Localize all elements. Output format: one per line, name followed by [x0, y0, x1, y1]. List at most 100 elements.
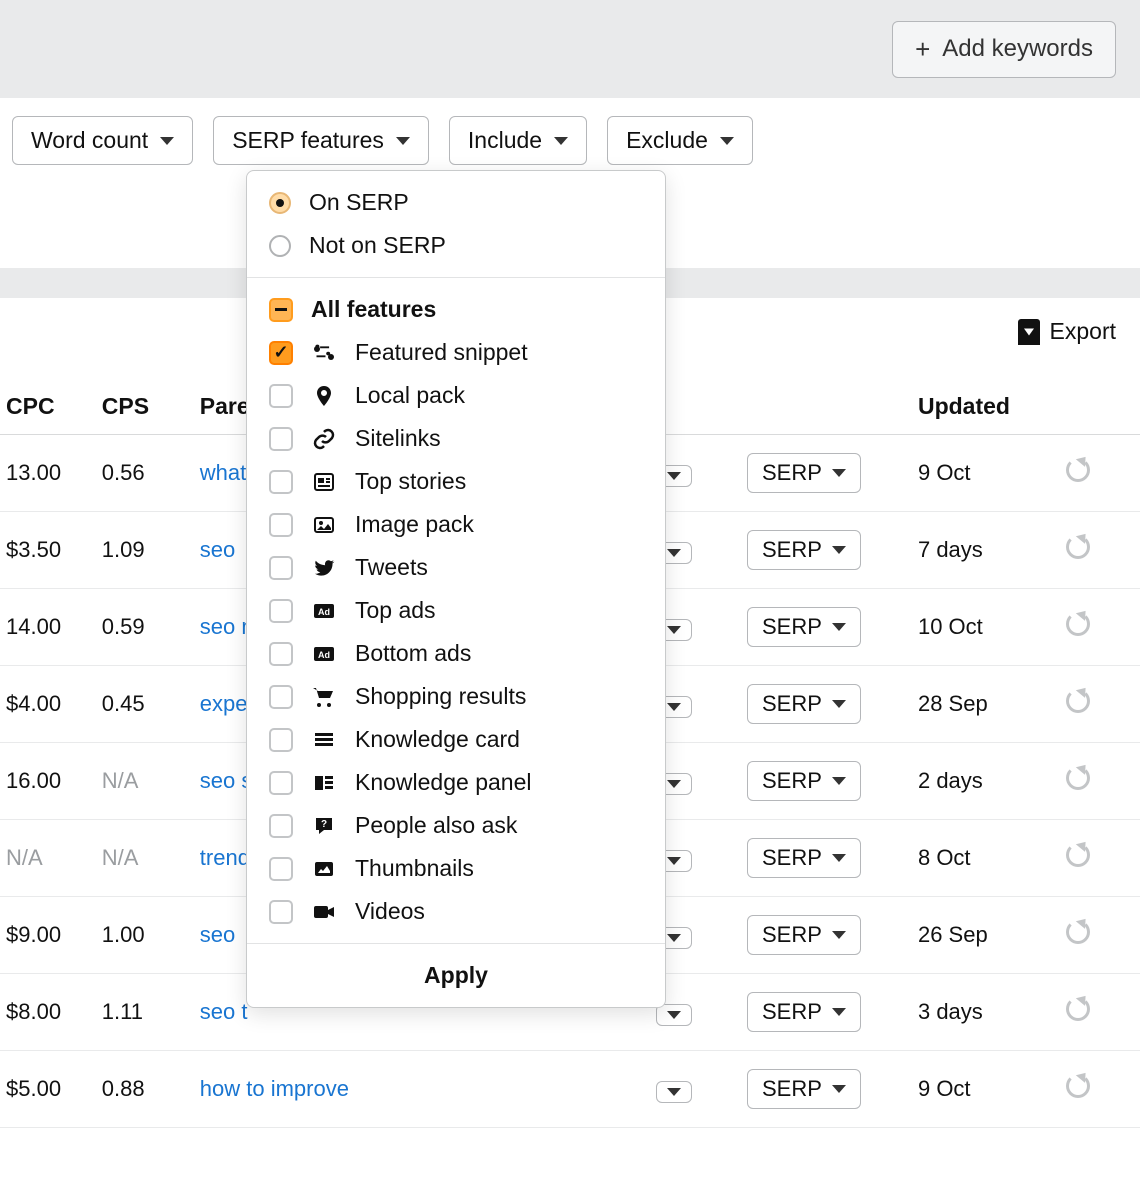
cell-updated: 7 days — [912, 512, 1060, 589]
chevron-down-icon — [160, 137, 174, 145]
serp-button[interactable]: SERP — [747, 1069, 861, 1109]
cell-cps: N/A — [96, 743, 194, 820]
col-updated[interactable]: Updated — [912, 379, 1060, 435]
filter-label: Exclude — [626, 127, 708, 154]
feature-option-sitelinks[interactable]: Sitelinks — [269, 417, 643, 460]
serp-button[interactable]: SERP — [747, 453, 861, 493]
refresh-icon[interactable] — [1066, 535, 1090, 559]
refresh-icon[interactable] — [1066, 843, 1090, 867]
image-pack-icon — [311, 512, 337, 538]
cell-cpc: $5.00 — [0, 1051, 96, 1128]
option-on-serp[interactable]: On SERP — [269, 181, 643, 224]
feature-option-image-pack[interactable]: Image pack — [269, 503, 643, 546]
chevron-down-icon — [667, 934, 681, 942]
feature-option-people-also-ask[interactable]: ? People also ask — [269, 804, 643, 847]
feature-label: People also ask — [355, 812, 643, 839]
cell-cpc: $8.00 — [0, 974, 96, 1051]
top-ads-icon: Ad — [311, 598, 337, 624]
checkbox-icon — [269, 556, 293, 580]
filter-word-count[interactable]: Word count — [12, 116, 193, 165]
checkbox-icon — [269, 900, 293, 924]
feature-option-top-ads[interactable]: Ad Top ads — [269, 589, 643, 632]
col-cps[interactable]: CPS — [96, 379, 194, 435]
chevron-down-icon — [832, 700, 846, 708]
knowledge-card-icon — [311, 727, 337, 753]
refresh-icon[interactable] — [1066, 458, 1090, 482]
add-keywords-button[interactable]: + Add keywords — [892, 21, 1116, 78]
feature-option-local-pack[interactable]: Local pack — [269, 374, 643, 417]
feature-option-knowledge-panel[interactable]: Knowledge panel — [269, 761, 643, 804]
checkbox-icon — [269, 685, 293, 709]
export-button[interactable]: Export — [1018, 318, 1116, 345]
cell-parent-link[interactable]: how to improve — [194, 1051, 650, 1128]
chevron-down-icon — [667, 703, 681, 711]
chevron-down-icon — [396, 137, 410, 145]
serp-button[interactable]: SERP — [747, 607, 861, 647]
feature-option-top-stories[interactable]: Top stories — [269, 460, 643, 503]
checkbox-icon — [269, 427, 293, 451]
cell-cpc: $4.00 — [0, 666, 96, 743]
serp-button[interactable]: SERP — [747, 915, 861, 955]
refresh-icon[interactable] — [1066, 612, 1090, 636]
chevron-down-icon — [832, 546, 846, 554]
apply-button[interactable]: Apply — [247, 943, 665, 1007]
checkbox-icon — [269, 513, 293, 537]
tweets-icon — [311, 555, 337, 581]
feature-label: Knowledge card — [355, 726, 643, 753]
checkbox-icon — [269, 384, 293, 408]
serp-button[interactable]: SERP — [747, 530, 861, 570]
featured-snippet-icon — [311, 340, 337, 366]
feature-option-knowledge-card[interactable]: Knowledge card — [269, 718, 643, 761]
chevron-down-icon — [832, 854, 846, 862]
cell-cpc: N/A — [0, 820, 96, 897]
col-cpc[interactable]: CPC — [0, 379, 96, 435]
row-dropdown[interactable] — [656, 1081, 692, 1103]
cell-updated: 8 Oct — [912, 820, 1060, 897]
feature-option-videos[interactable]: Videos — [269, 890, 643, 933]
refresh-icon[interactable] — [1066, 689, 1090, 713]
feature-label: Top stories — [355, 468, 643, 495]
cell-cpc: 16.00 — [0, 743, 96, 820]
serp-button[interactable]: SERP — [747, 684, 861, 724]
refresh-icon[interactable] — [1066, 1074, 1090, 1098]
cell-updated: 10 Oct — [912, 589, 1060, 666]
filter-include[interactable]: Include — [449, 116, 587, 165]
feature-option-thumbnails[interactable]: Thumbnails — [269, 847, 643, 890]
option-all-features[interactable]: All features — [269, 288, 643, 331]
filter-label: Include — [468, 127, 542, 154]
cell-cps: 1.09 — [96, 512, 194, 589]
refresh-icon[interactable] — [1066, 997, 1090, 1021]
checkbox-icon — [269, 814, 293, 838]
export-label: Export — [1050, 318, 1116, 345]
refresh-icon[interactable] — [1066, 766, 1090, 790]
serp-button[interactable]: SERP — [747, 761, 861, 801]
feature-label: Bottom ads — [355, 640, 643, 667]
chevron-down-icon — [667, 549, 681, 557]
svg-text:Ad: Ad — [318, 650, 330, 660]
feature-label: Thumbnails — [355, 855, 643, 882]
feature-option-featured-snippet[interactable]: Featured snippet — [269, 331, 643, 374]
shopping-icon — [311, 684, 337, 710]
filter-label: SERP features — [232, 127, 384, 154]
cell-updated: 9 Oct — [912, 1051, 1060, 1128]
filter-exclude[interactable]: Exclude — [607, 116, 753, 165]
refresh-icon[interactable] — [1066, 920, 1090, 944]
feature-label: Knowledge panel — [355, 769, 643, 796]
filter-serp-features[interactable]: SERP features — [213, 116, 429, 165]
local-pack-icon — [311, 383, 337, 409]
feature-option-tweets[interactable]: Tweets — [269, 546, 643, 589]
serp-button[interactable]: SERP — [747, 838, 861, 878]
chevron-down-icon — [832, 777, 846, 785]
feature-option-shopping[interactable]: Shopping results — [269, 675, 643, 718]
svg-text:?: ? — [321, 819, 327, 830]
chevron-down-icon — [720, 137, 734, 145]
cell-cps: 1.11 — [96, 974, 194, 1051]
cell-cpc: 13.00 — [0, 435, 96, 512]
feature-option-bottom-ads[interactable]: Ad Bottom ads — [269, 632, 643, 675]
topbar: + Add keywords — [0, 0, 1140, 98]
radio-off-icon — [269, 235, 291, 257]
serp-button[interactable]: SERP — [747, 992, 861, 1032]
option-not-on-serp[interactable]: Not on SERP — [269, 224, 643, 267]
feature-label: Top ads — [355, 597, 643, 624]
chevron-down-icon — [667, 472, 681, 480]
